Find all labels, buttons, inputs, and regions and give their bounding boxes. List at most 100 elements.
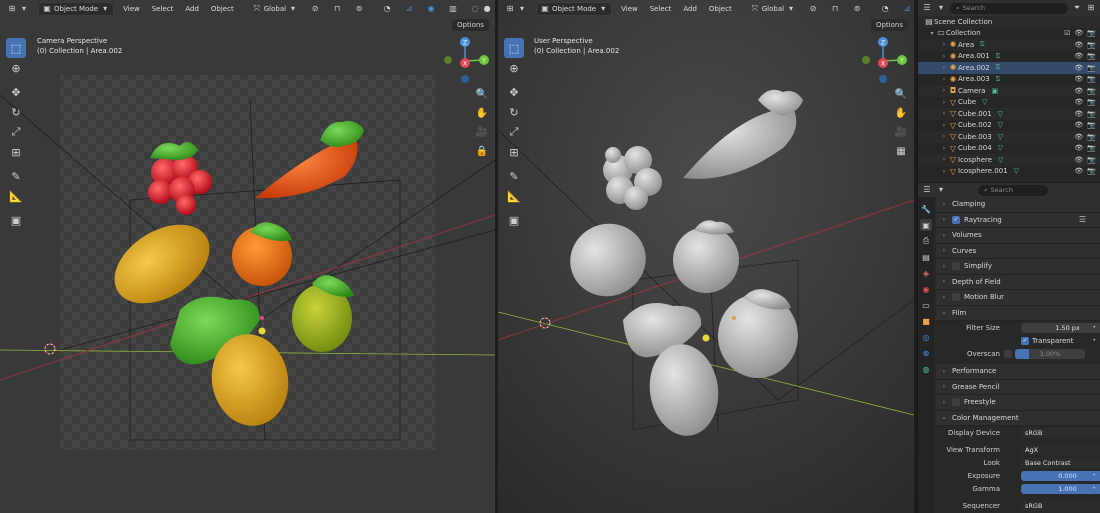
rotate-tool[interactable]: ↻ <box>6 102 26 122</box>
camera-render-icon[interactable]: 📷 <box>1087 133 1096 141</box>
motion-blur-checkbox[interactable] <box>952 293 960 302</box>
eye-icon[interactable]: 👁 <box>1074 64 1083 72</box>
checkbox-icon[interactable]: ☑ <box>1064 29 1070 37</box>
view-transform-dropdown[interactable]: AgX⌄ <box>1021 444 1100 455</box>
look-dropdown[interactable]: Base Contrast⌄ <box>1021 457 1100 468</box>
proportional-button[interactable]: ⊚ <box>351 2 367 16</box>
panel-depth-of-field[interactable]: › Depth of Field <box>936 274 1100 290</box>
transparent-checkbox-group[interactable]: ✓ Transparent <box>1021 336 1073 345</box>
menu-view[interactable]: View <box>120 2 143 16</box>
move-tool[interactable]: ✥ <box>6 82 26 102</box>
filter-dropdown-icon[interactable]: ▾ <box>936 3 946 13</box>
gizmo-button[interactable]: ⊿ <box>401 2 417 16</box>
overlay-button[interactable]: ◉ <box>423 2 439 16</box>
select-box-tool[interactable]: ⬚ <box>6 38 26 58</box>
annotate-tool[interactable]: ✎ <box>6 166 26 186</box>
camera-render-icon[interactable]: 📷 <box>1087 64 1096 72</box>
overscan-field[interactable]: 3.00% <box>1015 348 1085 359</box>
menu-view[interactable]: View <box>618 2 641 16</box>
pan-hand-icon[interactable]: ✋ <box>474 105 490 121</box>
scene-tab-icon[interactable]: ◈ <box>920 267 932 279</box>
exposure-field[interactable]: 0.000 <box>1021 470 1100 481</box>
output-tab-icon[interactable]: ⎙ <box>920 235 932 247</box>
eye-icon[interactable]: 👁 <box>1074 121 1083 129</box>
expand-triangle-icon[interactable]: › <box>940 99 948 106</box>
view-layer-tab-icon[interactable]: ▤ <box>920 251 932 263</box>
expand-triangle-icon[interactable]: › <box>940 53 948 60</box>
outliner-search-input[interactable]: ⌕ Search <box>950 2 1068 14</box>
menu-add[interactable]: Add <box>680 2 700 16</box>
simplify-checkbox[interactable] <box>952 262 960 271</box>
object-tab-icon[interactable]: ■ <box>920 315 932 327</box>
lock-icon[interactable]: 🔒 <box>474 143 490 159</box>
display-device-dropdown[interactable]: sRGB⌄ <box>1021 427 1100 438</box>
camera-render-icon[interactable]: 📷 <box>1087 75 1096 83</box>
panel-curves[interactable]: › Curves <box>936 243 1100 259</box>
camera-render-icon[interactable]: 📷 <box>1087 29 1096 37</box>
world-tab-icon[interactable]: ◉ <box>920 283 932 295</box>
expand-triangle-icon[interactable]: › <box>940 133 948 140</box>
expand-triangle-icon[interactable]: ▾ <box>928 30 936 37</box>
outliner-row[interactable]: › ◘ Camera ▣ 👁 📷 <box>918 85 1100 97</box>
menu-select[interactable]: Select <box>647 2 675 16</box>
cursor-tool[interactable]: ⊕ <box>504 58 524 78</box>
editor-type-button[interactable]: ⊞ ▾ <box>502 2 530 16</box>
visibility-button[interactable]: ◔ <box>877 2 893 16</box>
outliner-row[interactable]: › ▽ Cube.002 ▽ 👁 📷 <box>918 119 1100 131</box>
outliner-row[interactable]: › ▽ Cube.001 ▽ 👁 📷 <box>918 108 1100 120</box>
measure-tool[interactable]: 📐 <box>6 186 26 206</box>
outliner-editor-icon[interactable]: ☰ <box>922 3 932 13</box>
gizmo-button[interactable]: ⊿ <box>899 2 914 16</box>
eye-icon[interactable]: 👁 <box>1074 144 1083 152</box>
collection-tab-icon[interactable]: ▭ <box>920 299 932 311</box>
properties-editor-icon[interactable]: ☰ <box>922 185 932 195</box>
physics-tab-icon[interactable]: ◎ <box>920 331 932 343</box>
add-cube-tool[interactable]: ▣ <box>504 210 524 230</box>
collection-row[interactable]: ▾ ▭ Collection ☑ 👁 📷 <box>918 27 1100 39</box>
pan-hand-icon[interactable]: ✋ <box>893 105 909 121</box>
keyframe-dot-icon[interactable]: • <box>1092 337 1096 344</box>
properties-search-input[interactable]: ⌕ Search <box>978 184 1048 196</box>
expand-triangle-icon[interactable]: › <box>940 87 948 94</box>
eye-icon[interactable]: 👁 <box>1074 41 1083 49</box>
list-icon[interactable]: ☰ <box>1079 215 1086 224</box>
camera-view-icon[interactable]: 🎥 <box>893 124 909 140</box>
expand-triangle-icon[interactable]: › <box>940 41 948 48</box>
navigation-gizmo[interactable]: Z Y X <box>858 36 908 86</box>
pivot-button[interactable]: ⊘ <box>805 2 821 16</box>
outliner-row[interactable]: › ✺ Area ⍂ 👁 📷 <box>918 39 1100 51</box>
new-collection-icon[interactable]: ⊞ <box>1086 3 1096 13</box>
eye-icon[interactable]: 👁 <box>1074 98 1083 106</box>
outliner-row[interactable]: › ▽ Cube.003 ▽ 👁 📷 <box>918 131 1100 143</box>
cursor-tool[interactable]: ⊕ <box>6 58 26 78</box>
user-viewport[interactable]: ⊞ ▾ ▣ Object Mode ▾ View Select Add Object … <box>498 0 914 513</box>
sequencer-dropdown[interactable]: sRGB <box>1021 500 1100 511</box>
transform-tool[interactable]: ⊞ <box>6 142 26 162</box>
data-tab-icon[interactable]: ◍ <box>920 363 932 375</box>
transform-orientation-dropdown[interactable]: ⤧ Global ▾ <box>249 2 301 16</box>
panel-performance[interactable]: › Performance <box>936 364 1100 380</box>
transparent-checkbox[interactable]: ✓ <box>1021 336 1029 345</box>
freestyle-checkbox[interactable] <box>952 398 960 407</box>
camera-render-icon[interactable]: 📷 <box>1087 167 1096 175</box>
camera-render-icon[interactable]: 📷 <box>1087 144 1096 152</box>
panel-clamping[interactable]: › Clamping <box>936 197 1100 213</box>
camera-render-icon[interactable]: 📷 <box>1087 121 1096 129</box>
outliner-row[interactable]: › ✺ Area.003 ⍂ 👁 📷 <box>918 73 1100 85</box>
menu-object[interactable]: Object <box>706 2 735 16</box>
navigation-gizmo[interactable]: Z Y X <box>440 36 490 86</box>
expand-triangle-icon[interactable]: › <box>940 110 948 117</box>
move-tool[interactable]: ✥ <box>504 82 524 102</box>
eye-icon[interactable]: 👁 <box>1074 87 1083 95</box>
annotate-tool[interactable]: ✎ <box>504 166 524 186</box>
options-button[interactable]: Options <box>451 19 489 31</box>
visibility-button[interactable]: ◔ <box>379 2 395 16</box>
filter-icon[interactable]: ⏷ <box>1072 3 1082 13</box>
panel-volumes[interactable]: › Volumes <box>936 228 1100 244</box>
eye-icon[interactable]: 👁 <box>1074 75 1083 83</box>
expand-triangle-icon[interactable]: › <box>940 76 948 83</box>
menu-add[interactable]: Add <box>182 2 202 16</box>
panel-grease-pencil[interactable]: › Grease Pencil <box>936 379 1100 395</box>
mode-dropdown[interactable]: ▣ Object Mode ▾ <box>38 2 115 16</box>
eye-icon[interactable]: 👁 <box>1074 133 1083 141</box>
